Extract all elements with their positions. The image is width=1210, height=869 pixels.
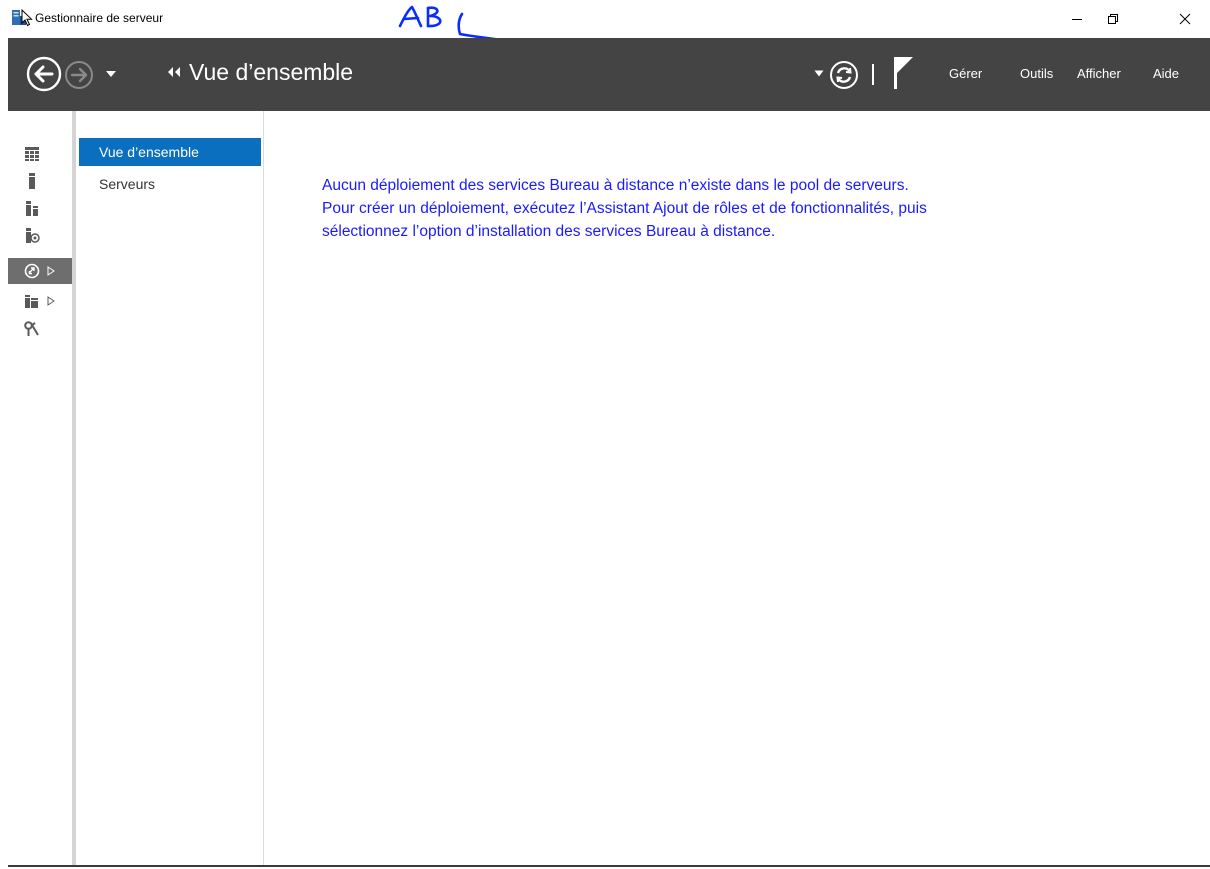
nav-item-servers[interactable]: Serveurs [79,170,261,198]
mouse-cursor-icon [21,9,33,27]
window-bottom-border [0,865,1210,867]
breadcrumb-arrows-icon [168,67,180,77]
page-title: Vue d’ensemble [189,59,354,85]
window-bottom-border-gap [0,865,8,869]
toolbar-separator [872,64,874,85]
rail-item-server-role[interactable] [8,222,72,248]
rail-item-tools[interactable] [8,316,72,342]
expand-arrow-icon[interactable] [47,266,55,276]
dashboard-icon [25,147,39,161]
forward-arrow-icon[interactable] [64,60,94,90]
expand-arrow-icon[interactable] [47,296,55,306]
message-line: sélectionnez l’option d’installation des… [322,223,776,240]
dropdown-icon[interactable] [814,70,824,77]
no-deployment-message: Aucun déploiement des services Bureau à … [322,174,1182,243]
toolbar: Vue d’ensemble Gérer Outils Afficher Aid… [8,38,1210,111]
navigation-pane: Vue d’ensemble Serveurs [76,111,264,865]
message-line: Pour créer un déploiement, exécutez l’As… [322,200,927,217]
navigation-rail [8,111,74,865]
rail-item-dashboard[interactable] [8,141,72,167]
message-line: Aucun déploiement des services Bureau à … [322,177,909,194]
rail-item-file-storage-services[interactable] [8,288,72,314]
window-title: Gestionnaire de serveur [35,11,164,25]
menu-tools[interactable]: Outils [1020,66,1053,81]
local-server-icon [29,173,35,189]
restore-button[interactable] [1090,0,1136,38]
back-arrow-icon[interactable] [26,56,62,92]
menu-manage[interactable]: Gérer [949,66,982,81]
rail-item-local-server[interactable] [8,168,72,194]
handwritten-annotation-abl [398,5,497,38]
nav-item-overview[interactable]: Vue d’ensemble [79,138,261,166]
history-dropdown-icon[interactable] [105,70,117,78]
notification-flag-icon[interactable] [892,56,914,90]
menu-view[interactable]: Afficher [1077,66,1121,81]
file-storage-services-icon [25,295,38,308]
rail-item-all-servers[interactable] [8,195,72,221]
menu-help[interactable]: Aide [1153,66,1179,81]
title-bar: Gestionnaire de serveur [0,0,1210,38]
tools-icon [24,321,39,336]
server-manager-window: Gestionnaire de serveur Vue d’ensemble G… [0,0,1210,869]
rail-item-remote-desktop-services[interactable] [8,258,72,284]
refresh-icon[interactable] [829,60,859,90]
minimize-icon [1072,19,1082,20]
remote-desktop-services-icon [24,263,40,279]
restore-icon [1108,14,1118,24]
all-servers-icon [26,201,38,216]
close-icon [1179,13,1191,25]
server-role-icon [26,228,40,243]
close-button[interactable] [1162,0,1208,38]
main-content: Aucun déploiement des services Bureau à … [264,111,1210,865]
